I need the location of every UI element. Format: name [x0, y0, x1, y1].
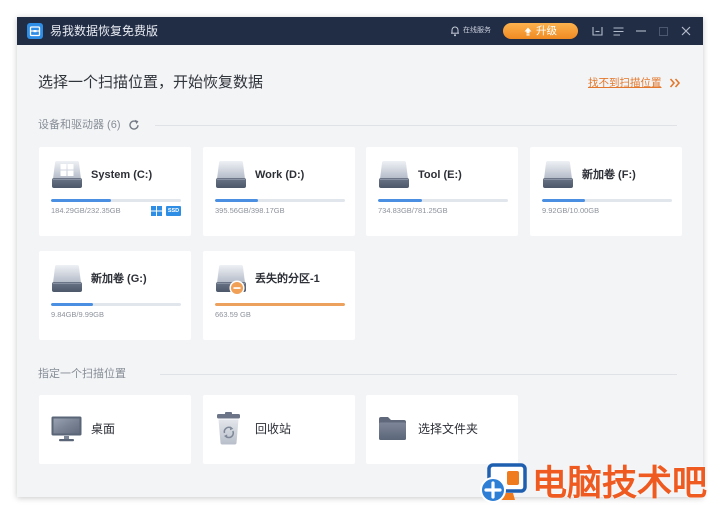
watermark-logo-icon [480, 463, 527, 503]
devices-section-label: 设备和驱动器 (6) [38, 119, 121, 131]
drive-size: 395.56GB/398.17GB [215, 206, 285, 215]
drive-card-e[interactable]: Tool (E:) 734.83GB/781.25GB [366, 147, 518, 236]
drive-card-c[interactable]: System (C:) 184.29GB/232.35GB SSD [39, 147, 191, 236]
inbox-button[interactable] [589, 23, 605, 39]
window-title: 易我数据恢复免费版 [50, 24, 159, 38]
usage-bar-fill [542, 199, 585, 202]
desktop-icon [51, 416, 82, 442]
title-bar[interactable]: 易我数据恢复免费版 在线服务 升级 [17, 17, 703, 45]
ssd-badge: SSD [166, 206, 181, 216]
section-divider [155, 125, 677, 126]
locations-section-label: 指定一个扫描位置 [38, 368, 126, 380]
drive-label: System (C:) [91, 169, 153, 181]
double-chevron-right-icon[interactable] [669, 77, 681, 89]
minimize-icon [636, 30, 646, 32]
refresh-icon[interactable] [128, 119, 140, 131]
drive-size: 663.59 GB [215, 310, 251, 319]
location-label: 回收站 [255, 422, 292, 436]
drive-icon [379, 161, 409, 188]
app-window: 易我数据恢复免费版 在线服务 升级 选择一个扫描位置，开始恢复数据 找不到扫描位… [17, 17, 703, 497]
usage-bar-fill [51, 199, 111, 202]
minimize-button[interactable] [633, 23, 649, 39]
lost-partition-card[interactable]: 丢失的分区-1 663.59 GB [203, 251, 355, 340]
maximize-icon [658, 26, 668, 36]
drive-label: Tool (E:) [418, 169, 462, 181]
drive-icon [52, 265, 82, 292]
drive-label: Work (D:) [255, 169, 305, 181]
location-label: 桌面 [91, 422, 116, 436]
upgrade-label: 升级 [536, 25, 557, 37]
drive-card-f[interactable]: 新加卷 (F:) 9.92GB/10.00GB [530, 147, 682, 236]
inbox-icon [591, 27, 603, 36]
close-icon [681, 26, 691, 36]
usage-bar [215, 303, 345, 306]
drive-size: 734.83GB/781.25GB [378, 206, 448, 215]
recycle-bin-icon [217, 412, 240, 445]
system-drive-icon [52, 161, 82, 188]
online-service-button[interactable]: 在线服务 [450, 25, 491, 37]
page-title: 选择一个扫描位置，开始恢复数据 [38, 74, 264, 91]
usage-bar [51, 199, 181, 202]
location-card-recycle-bin[interactable]: 回收站 [203, 395, 355, 464]
watermark-text: 电脑技术吧 [532, 464, 708, 503]
drive-size: 9.84GB/9.99GB [51, 310, 104, 319]
location-card-desktop[interactable]: 桌面 [39, 395, 191, 464]
drive-card-g[interactable]: 新加卷 (G:) 9.84GB/9.99GB [39, 251, 191, 340]
upgrade-arrow-icon [524, 27, 532, 35]
upgrade-button[interactable]: 升级 [503, 23, 578, 39]
drive-icon [216, 161, 246, 188]
drive-size: 9.92GB/10.00GB [542, 206, 600, 215]
windows-logo-icon [151, 206, 162, 216]
folder-icon [379, 417, 406, 440]
usage-bar [51, 303, 181, 306]
usage-bar [378, 199, 508, 202]
customer-service-icon [451, 26, 459, 37]
usage-bar-fill [215, 199, 258, 202]
cant-find-location-link[interactable]: 找不到扫描位置 [588, 76, 681, 90]
usage-bar-fill [378, 199, 423, 202]
location-card-select-folder[interactable]: 选择文件夹 [366, 395, 518, 464]
close-button[interactable] [678, 23, 694, 39]
menu-icon [613, 26, 623, 36]
drive-label: 新加卷 (G:) [91, 273, 147, 285]
location-label: 选择文件夹 [418, 422, 479, 436]
section-divider [160, 374, 677, 375]
usage-bar-fill [215, 303, 345, 306]
app-logo-icon [27, 23, 43, 39]
main-panel: 选择一个扫描位置，开始恢复数据 找不到扫描位置 设备和驱动器 (6) Syste… [17, 45, 703, 497]
drive-size: 184.29GB/232.35GB [51, 206, 121, 215]
drive-card-d[interactable]: Work (D:) 395.56GB/398.17GB [203, 147, 355, 236]
usage-bar-fill [51, 303, 93, 306]
menu-button[interactable] [610, 23, 626, 39]
drive-icon [543, 161, 573, 188]
maximize-button[interactable] [655, 23, 671, 39]
drive-label: 丢失的分区-1 [255, 273, 320, 285]
usage-bar [215, 199, 345, 202]
drive-label: 新加卷 (F:) [582, 169, 636, 181]
usage-bar [542, 199, 672, 202]
lost-partition-icon [216, 265, 246, 296]
online-service-label: 在线服务 [463, 27, 491, 34]
help-link-label[interactable]: 找不到扫描位置 [588, 76, 662, 90]
